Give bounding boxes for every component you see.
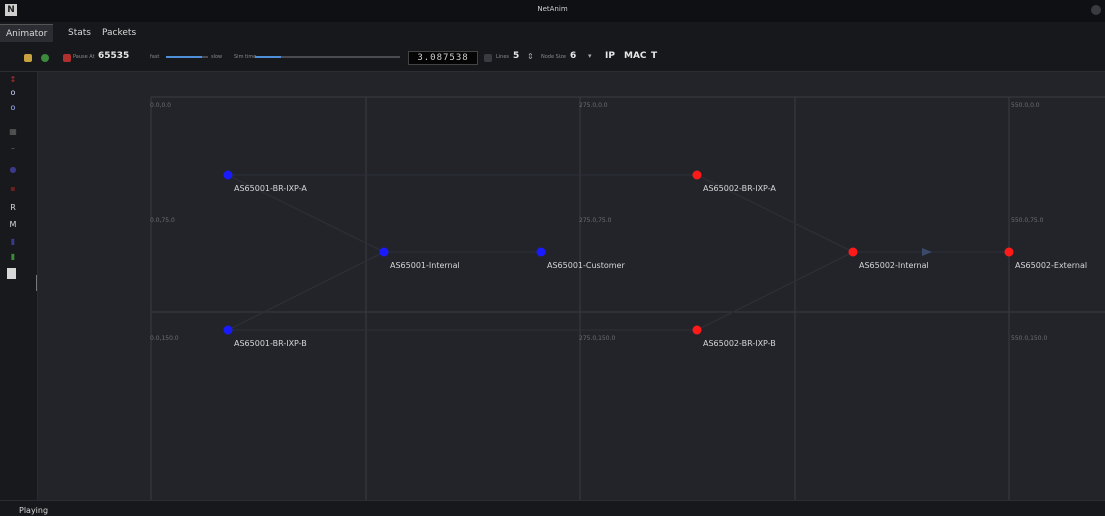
link [227, 251, 385, 331]
node-as65001-br-ixp-a[interactable] [223, 170, 233, 180]
battery-icon[interactable]: ▮ [7, 252, 19, 262]
node-size-select[interactable]: 6 [570, 51, 576, 61]
slow-label: slow [211, 54, 223, 60]
reload-icon[interactable] [41, 54, 49, 62]
toolbar: Pause At 65535 fast slow Sim time 3.0875… [0, 42, 1105, 72]
node-label: AS65001-BR-IXP-B [234, 339, 307, 348]
topology-view: 0.0,0.0 275.0,0.0 550.0,0.0 0.0,75.0 275… [150, 96, 1105, 500]
ip-toggle[interactable]: IP [605, 51, 615, 61]
tab-bar: Animator Stats Packets [0, 22, 1105, 42]
node-as65002-internal[interactable] [848, 247, 858, 257]
zoom-out-icon[interactable]: o [7, 103, 19, 113]
animation-canvas[interactable]: 0.0,0.0 275.0,0.0 550.0,0.0 0.0,75.0 275… [38, 72, 1105, 500]
grid-label: 275.0,0.0 [579, 102, 608, 109]
packet-arrow-icon [922, 248, 932, 256]
grid-toggle-icon[interactable] [484, 54, 492, 62]
node-size-icon[interactable]: ━ [7, 144, 19, 154]
fast-label: fast [150, 54, 160, 60]
node-as65001-br-ixp-b[interactable] [223, 325, 233, 335]
title-bar: N NetAnim [0, 0, 1105, 22]
tab-stats[interactable]: Stats [62, 24, 97, 42]
routing-toggle[interactable]: R [7, 203, 19, 213]
status-bar: Playing [0, 500, 1105, 516]
sidebar-resize-handle[interactable] [36, 275, 37, 291]
pause-at-label: Pause At [73, 54, 95, 60]
spin-arrows-icon[interactable]: ⇕ [527, 52, 534, 61]
node-as65001-internal[interactable] [379, 247, 389, 257]
window-title: NetAnim [537, 5, 568, 13]
grid-label: 550.0,75.0 [1011, 217, 1044, 224]
t-toggle[interactable]: T [651, 51, 657, 61]
time-display: 3.087538 [408, 51, 478, 65]
node-label: AS65002-Internal [859, 261, 929, 270]
tab-packets[interactable]: Packets [96, 24, 142, 42]
link [696, 251, 854, 331]
tab-animator[interactable]: Animator [0, 24, 54, 42]
grid-label: 0.0,0.0 [150, 102, 171, 109]
lines-label: Lines [496, 54, 510, 60]
status-text: Playing [19, 506, 49, 515]
mobility-toggle[interactable]: M [7, 220, 19, 230]
grid-label: 275.0,150.0 [579, 335, 615, 342]
grid-label: 0.0,75.0 [150, 217, 175, 224]
open-file-icon[interactable] [24, 54, 32, 62]
pause-at-input[interactable]: 65535 [98, 51, 129, 61]
node-label: AS65001-Internal [390, 261, 460, 270]
node-as65002-br-ixp-a[interactable] [692, 170, 702, 180]
grid-icon[interactable]: ▦ [7, 127, 19, 137]
zoom-in-icon[interactable]: o [7, 88, 19, 98]
sim-time-slider[interactable] [255, 56, 400, 58]
node-label: AS65001-BR-IXP-A [234, 184, 307, 193]
node-label: AS65002-BR-IXP-A [703, 184, 776, 193]
chevron-down-icon[interactable]: ▾ [588, 52, 592, 60]
grid [150, 96, 1105, 500]
document-icon[interactable] [7, 268, 16, 279]
node-as65002-br-ixp-b[interactable] [692, 325, 702, 335]
mac-toggle[interactable]: MAC [624, 51, 647, 61]
grid-label: 275.0,75.0 [579, 217, 612, 224]
grid-label: 550.0,0.0 [1011, 102, 1040, 109]
node-label: AS65002-BR-IXP-B [703, 339, 776, 348]
arrow-icon[interactable]: ↕ [7, 75, 19, 85]
sim-time-label: Sim time [234, 54, 257, 60]
links [227, 174, 1009, 331]
window-control-button[interactable] [1091, 5, 1101, 15]
lines-spinbox[interactable]: 5 [513, 51, 519, 61]
node-label: AS65001-Customer [547, 261, 625, 270]
node-size-label: Node Size [541, 54, 566, 60]
node-as65001-customer[interactable] [536, 247, 546, 257]
stats-icon[interactable]: ▮ [7, 237, 19, 247]
grid-label: 0.0,150.0 [150, 335, 179, 342]
packet-icon[interactable]: ▪ [7, 184, 19, 194]
grid-label: 550.0,150.0 [1011, 335, 1047, 342]
node-icon[interactable]: ● [7, 165, 19, 175]
node-as65002-external[interactable] [1004, 247, 1014, 257]
tool-sidebar: ↕ o o ▦ ━ ● ▪ R M ▮ ▮ [0, 72, 38, 500]
node-label: AS65002-External [1015, 261, 1087, 270]
pause-icon[interactable] [63, 54, 71, 62]
speed-slider[interactable] [166, 56, 208, 58]
